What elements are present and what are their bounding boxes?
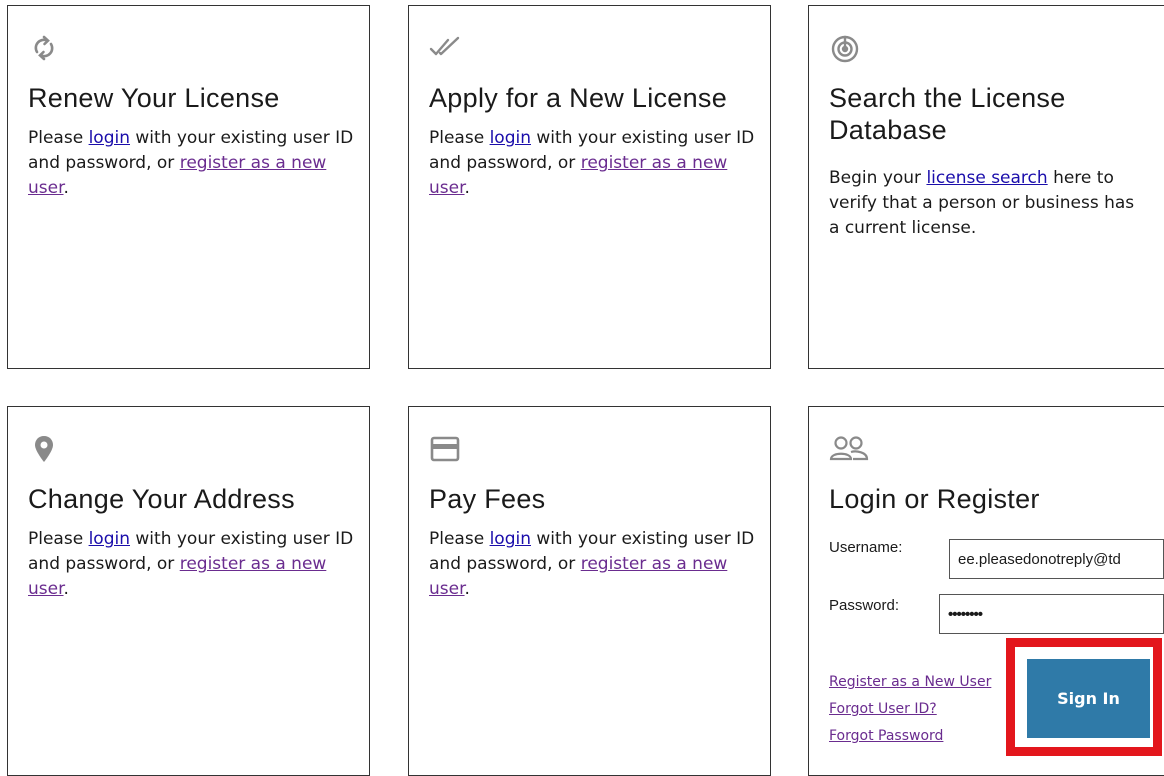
username-label: Username: — [829, 539, 903, 556]
users-icon — [829, 433, 869, 465]
radar-icon — [829, 32, 861, 64]
change-address-title: Change Your Address — [28, 484, 295, 514]
sign-in-button[interactable]: Sign In — [1027, 659, 1150, 738]
renew-login-link[interactable]: login — [89, 128, 130, 148]
change-address-card: Change Your Address Please login with yo… — [7, 406, 370, 776]
pay-fees-card: Pay Fees Please login with your existing… — [408, 406, 771, 776]
apply-login-link[interactable]: login — [490, 128, 531, 148]
change-address-text: Please login with your existing user ID … — [28, 529, 354, 599]
search-license-text: Begin your license search here to verify… — [829, 168, 1135, 238]
pay-fees-text: Please login with your existing user ID … — [429, 529, 755, 599]
register-new-user-link[interactable]: Register as a New User — [829, 669, 991, 696]
double-check-icon — [429, 32, 461, 64]
login-title: Login or Register — [829, 484, 1040, 514]
renew-license-card: Renew Your License Please login with you… — [7, 5, 370, 369]
search-license-card: Search the License Database Begin your l… — [808, 5, 1164, 369]
license-search-link[interactable]: license search — [926, 168, 1047, 188]
renew-license-text: Please login with your existing user ID … — [28, 128, 354, 198]
apply-license-card: Apply for a New License Please login wit… — [408, 5, 771, 369]
refresh-icon — [28, 32, 60, 64]
password-label: Password: — [829, 597, 900, 614]
pay-fees-title: Pay Fees — [429, 484, 546, 514]
username-input[interactable] — [949, 539, 1164, 579]
apply-license-title: Apply for a New License — [429, 83, 728, 113]
search-license-title: Search the License Database — [829, 83, 1066, 145]
apply-license-text: Please login with your existing user ID … — [429, 128, 755, 198]
forgot-user-id-link[interactable]: Forgot User ID? — [829, 696, 991, 723]
renew-license-title: Renew Your License — [28, 83, 280, 113]
location-pin-icon — [28, 433, 60, 465]
password-input[interactable] — [939, 594, 1164, 634]
login-links: Register as a New User Forgot User ID? F… — [829, 669, 991, 750]
credit-card-icon — [429, 433, 461, 465]
fees-login-link[interactable]: login — [490, 529, 531, 549]
address-login-link[interactable]: login — [89, 529, 130, 549]
forgot-password-link[interactable]: Forgot Password — [829, 723, 991, 750]
